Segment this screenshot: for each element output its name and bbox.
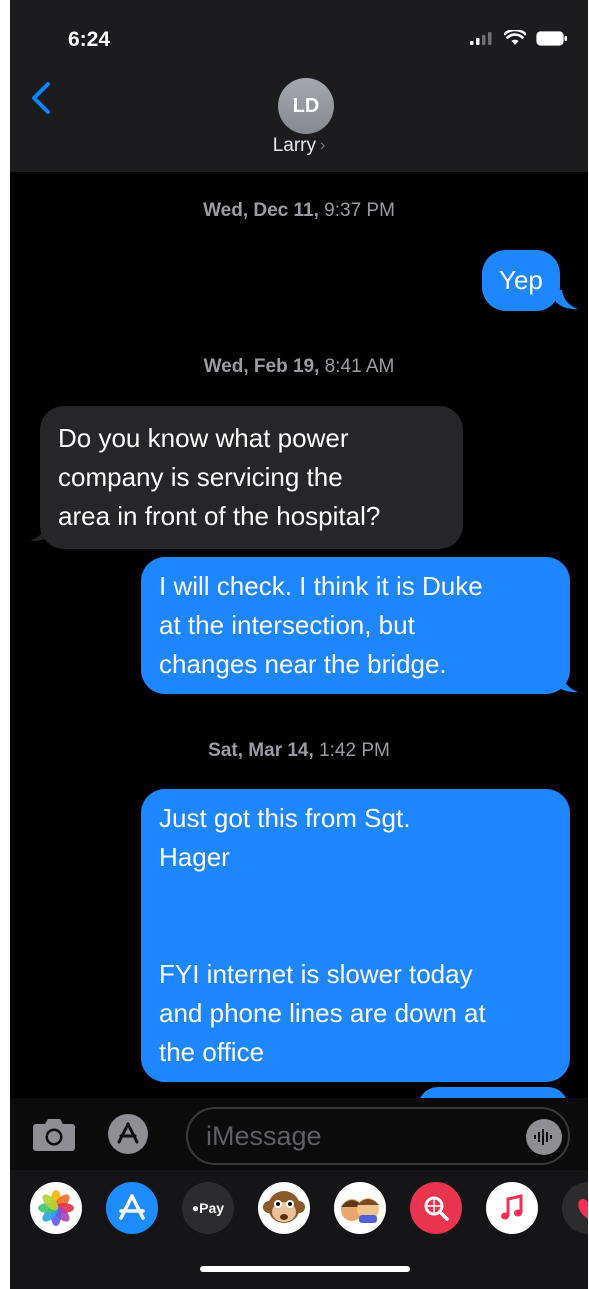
- battery-icon: [536, 30, 567, 46]
- imessage-app-drawer: ● Pay: [10, 1170, 588, 1289]
- contact-name: Larry: [272, 135, 316, 156]
- magnifier-globe-icon: [424, 1196, 449, 1221]
- app-store-a-icon: [117, 1122, 139, 1144]
- timestamp-feb-19: Wed, Feb 19, 8:41 AM: [203, 356, 395, 377]
- contact-name-button[interactable]: Larry ›: [10, 135, 588, 157]
- memoji-monkey-icon[interactable]: [258, 1182, 310, 1234]
- audio-waveform-icon: [534, 1129, 552, 1145]
- music-note-icon: [501, 1194, 523, 1220]
- heart-icon: [578, 1199, 588, 1219]
- incoming-message[interactable]: Do you know what power company is servic…: [40, 406, 463, 549]
- outgoing-bubble-tail: [556, 673, 578, 693]
- timestamp-mar-14: Sat, Mar 14, 1:42 PM: [208, 740, 390, 761]
- home-indicator[interactable]: [200, 1266, 410, 1272]
- outgoing-message[interactable]: I will check. I think it is Duke at the …: [141, 557, 570, 694]
- back-chevron-icon[interactable]: [24, 78, 60, 118]
- contact-avatar[interactable]: LD: [278, 78, 334, 134]
- memoji-stickers-icon[interactable]: [334, 1182, 386, 1234]
- camera-icon[interactable]: [32, 1116, 76, 1152]
- app-store-icon[interactable]: [106, 1182, 158, 1234]
- photos-flower-icon: [38, 1190, 74, 1226]
- imessage-input[interactable]: iMessage: [186, 1107, 570, 1165]
- audio-message-button[interactable]: [526, 1119, 562, 1155]
- outgoing-bubble-tail: [556, 290, 578, 310]
- cellular-signal-icon: [470, 32, 492, 45]
- timestamp-dec-11: Wed, Dec 11, 9:37 PM: [203, 200, 395, 221]
- contact-chevron-icon: ›: [319, 137, 326, 154]
- compose-bar: iMessage: [10, 1098, 588, 1170]
- app-store-button[interactable]: [108, 1114, 148, 1154]
- status-time: 6:24: [68, 28, 111, 51]
- incoming-bubble-tail: [30, 522, 52, 542]
- apple-pay-icon[interactable]: ● Pay: [182, 1182, 234, 1234]
- music-icon[interactable]: [486, 1182, 538, 1234]
- wifi-icon: [504, 30, 526, 45]
- status-icons: [470, 30, 568, 46]
- outgoing-message[interactable]: Just got this from Sgt. Hager FYI intern…: [141, 789, 570, 1082]
- conversation-header: 6:24 LD Larry ›: [10, 0, 588, 172]
- monkey-face-icon: [263, 1191, 305, 1223]
- photos-icon[interactable]: [30, 1182, 82, 1234]
- memoji-faces-icon: [341, 1198, 379, 1223]
- web-search-icon[interactable]: [410, 1182, 462, 1234]
- outgoing-message[interactable]: Yep: [482, 250, 560, 311]
- app-store-logo-icon: [119, 1194, 145, 1220]
- messages-screen: 6:24 LD Larry › Wed, Dec 11, 9:37 PM Yep…: [10, 0, 588, 1289]
- digital-touch-icon[interactable]: [562, 1182, 588, 1234]
